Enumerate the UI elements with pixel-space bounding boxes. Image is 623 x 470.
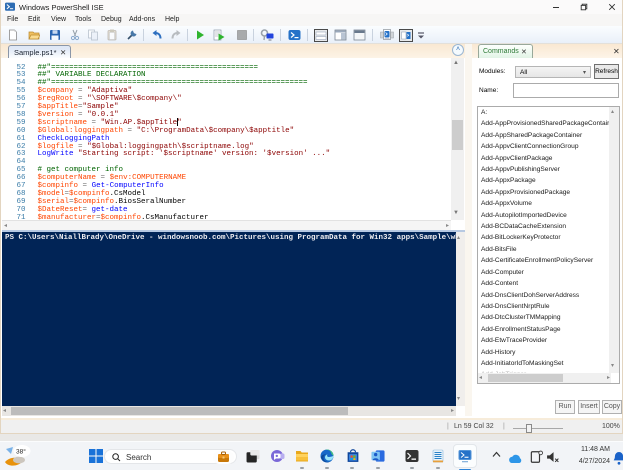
svg-text:38°: 38°	[16, 448, 26, 456]
